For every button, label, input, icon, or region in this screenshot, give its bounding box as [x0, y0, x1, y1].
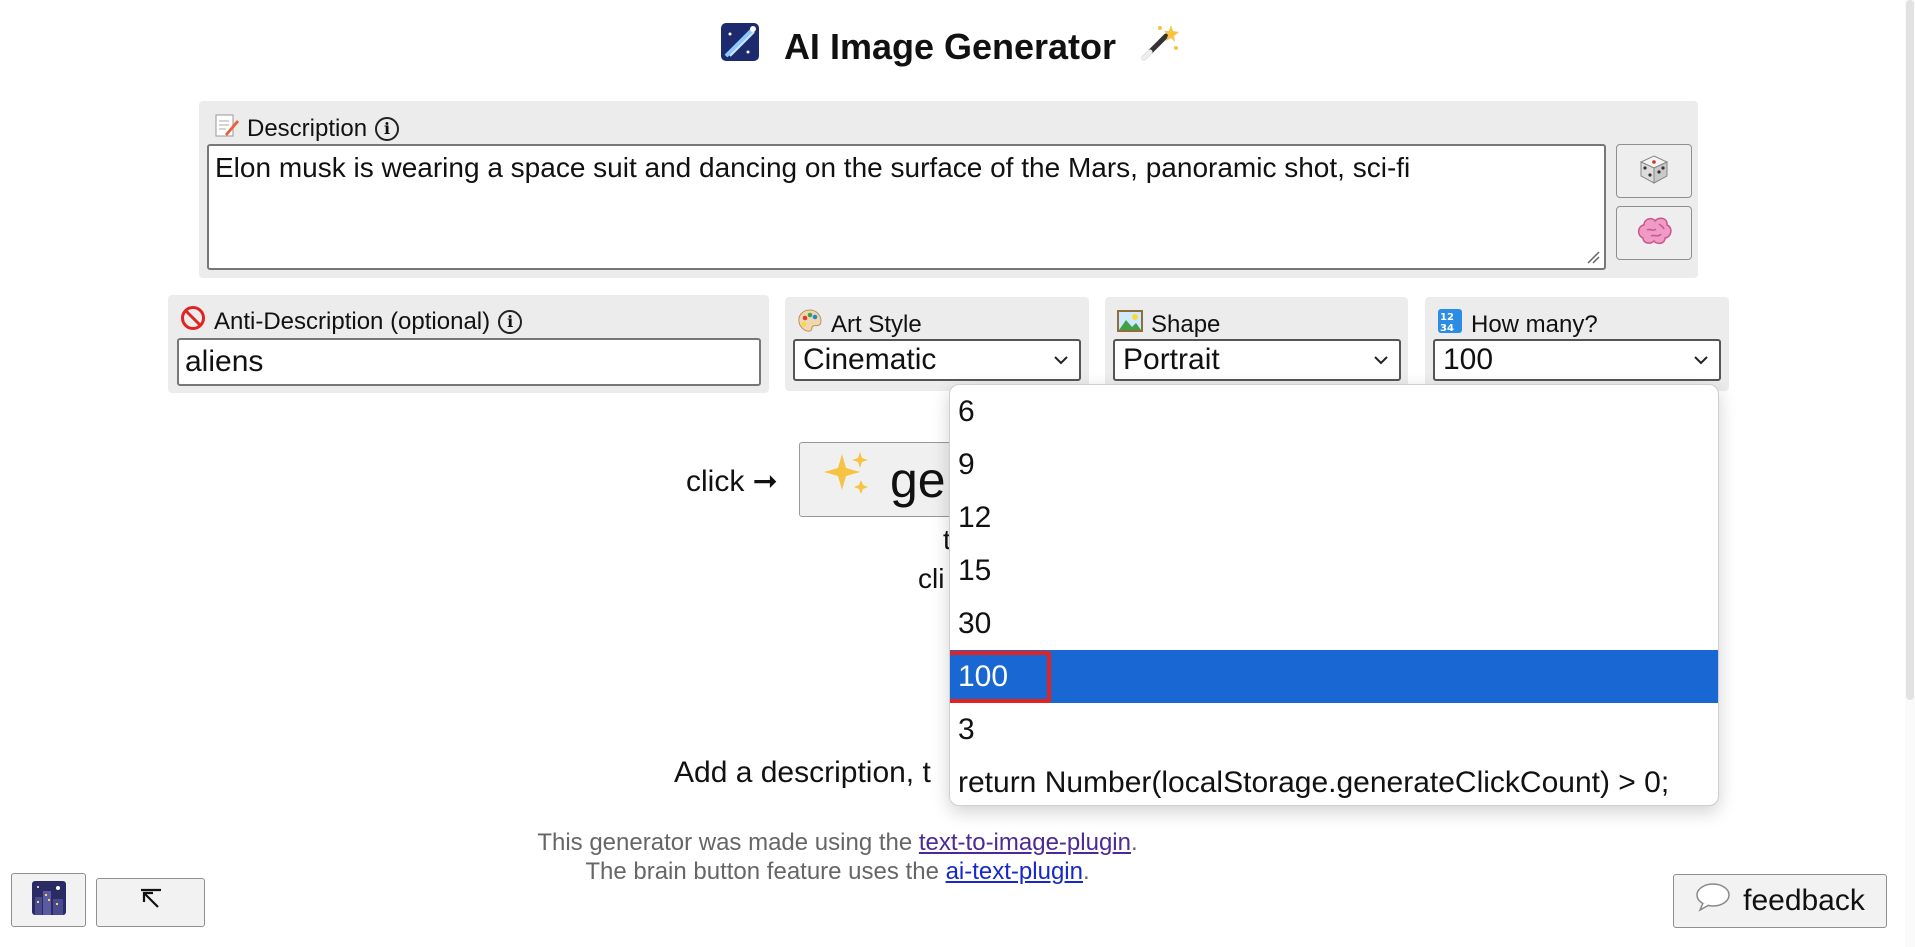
how-many-label-row: 12 34 How many?: [1437, 308, 1598, 341]
text-to-image-plugin-link[interactable]: text-to-image-plugin: [919, 829, 1131, 856]
art-style-label: Art Style: [831, 310, 922, 338]
description-label-row: Description i: [213, 112, 400, 145]
arrow-up-left-icon: [138, 887, 164, 918]
page-title-text: AI Image Generator: [783, 25, 1117, 67]
option-6[interactable]: 6: [950, 385, 1718, 438]
generate-button[interactable]: ge: [799, 442, 959, 517]
no-entry-icon: [180, 305, 206, 338]
magic-wand-icon: [1140, 22, 1180, 71]
shape-label: Shape: [1151, 310, 1221, 338]
description-text: Elon musk is wearing a space suit and da…: [215, 152, 1411, 183]
how-many-select[interactable]: 100: [1433, 339, 1721, 381]
footer-line-2: The brain button feature uses the ai-tex…: [0, 858, 1795, 886]
generate-subtext-2: cli: [918, 563, 945, 594]
how-many-value: 100: [1443, 343, 1494, 376]
page-title: AI Image Generator: [0, 22, 1900, 71]
hint-text: Add a description, t: [674, 756, 931, 789]
art-style-value: Cinematic: [803, 343, 937, 376]
art-style-select[interactable]: Cinematic: [793, 339, 1081, 381]
svg-text:34: 34: [1440, 323, 1454, 334]
description-label: Description: [247, 114, 368, 142]
footer-line-2-suffix: .: [1082, 858, 1090, 885]
picture-icon: [1117, 308, 1143, 341]
click-hint: click ➞: [686, 465, 778, 498]
footer-line-2-prefix: The brain button feature uses the: [585, 858, 946, 885]
generate-button-label: ge: [890, 451, 946, 508]
option-100-selected[interactable]: 100: [950, 650, 1718, 703]
anti-description-label-row: Anti-Description (optional) i: [180, 305, 523, 338]
sparkles-icon: [820, 448, 872, 512]
brain-icon: [1635, 214, 1673, 253]
chevron-down-icon: [1694, 356, 1708, 365]
ai-text-plugin-link[interactable]: ai-text-plugin: [946, 858, 1083, 885]
shape-value: Portrait: [1123, 343, 1220, 376]
option-12[interactable]: 12: [950, 491, 1718, 544]
footer-line-1-suffix: .: [1130, 829, 1138, 856]
anti-description-label: Anti-Description (optional): [214, 307, 491, 335]
option-3[interactable]: 3: [950, 703, 1718, 756]
numbers-icon: 12 34: [1437, 308, 1463, 341]
how-many-label: How many?: [1471, 310, 1598, 338]
resize-handle-icon[interactable]: [1584, 248, 1600, 264]
chevron-down-icon: [1374, 356, 1388, 365]
option-15[interactable]: 15: [950, 544, 1718, 597]
chevron-down-icon: [1054, 356, 1068, 365]
footer-line-1: This generator was made using the text-t…: [0, 829, 1795, 857]
description-info-icon[interactable]: i: [375, 116, 400, 141]
description-input[interactable]: Elon musk is wearing a space suit and da…: [207, 144, 1606, 270]
speech-bubble-icon: [1695, 882, 1731, 920]
option-30[interactable]: 30: [950, 597, 1718, 650]
how-many-dropdown[interactable]: 6 9 12 15 30 100 3 return Number(localSt…: [949, 384, 1719, 806]
selection-highlight-box: [950, 651, 1051, 703]
shooting-star-icon: [720, 22, 760, 71]
expand-button[interactable]: [96, 878, 205, 927]
scrollbar-thumb[interactable]: [1906, 0, 1914, 700]
anti-description-info-icon[interactable]: i: [498, 309, 523, 334]
shape-select[interactable]: Portrait: [1113, 339, 1401, 381]
option-code-text[interactable]: return Number(localStorage.generateClick…: [950, 756, 1718, 805]
randomize-button[interactable]: [1616, 144, 1692, 198]
palette-icon: [797, 308, 823, 341]
option-9[interactable]: 9: [950, 438, 1718, 491]
brain-button[interactable]: [1616, 206, 1692, 260]
memo-icon: [213, 112, 239, 145]
shape-label-row: Shape: [1117, 308, 1220, 341]
dice-icon: [1638, 153, 1670, 190]
feedback-label: feedback: [1743, 884, 1865, 917]
svg-text:12: 12: [1440, 312, 1454, 323]
footer-line-1-prefix: This generator was made using the: [537, 829, 919, 856]
night-city-icon: [31, 880, 66, 920]
anti-description-value: aliens: [185, 345, 264, 378]
art-style-label-row: Art Style: [797, 308, 922, 341]
gallery-button[interactable]: [11, 873, 86, 927]
anti-description-input[interactable]: aliens: [177, 338, 761, 386]
feedback-button[interactable]: feedback: [1673, 874, 1887, 928]
